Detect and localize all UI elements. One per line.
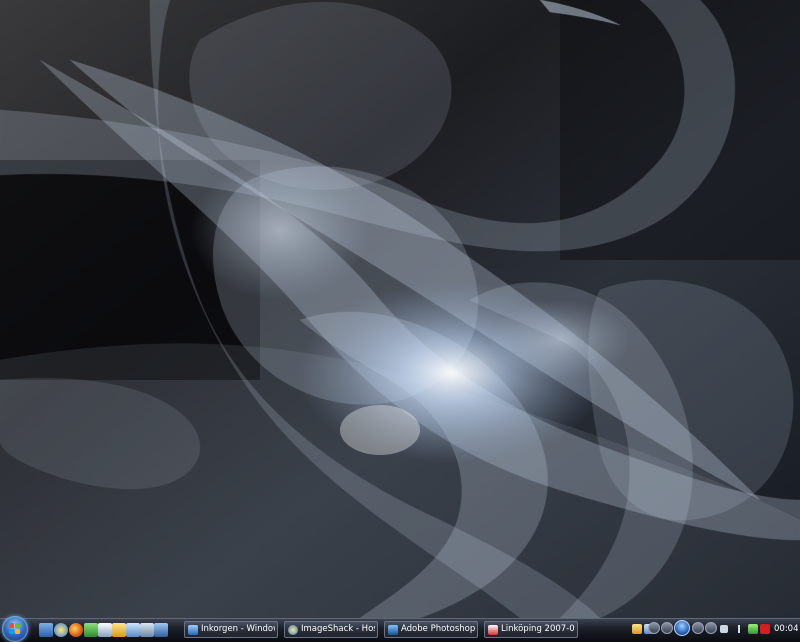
taskbar-button-imageshack[interactable]: ImageShack - Hosti... [284,621,378,638]
taskbar-button-label: Inkorgen - Windows... [201,624,275,634]
show-desktop-icon[interactable] [39,623,53,637]
taskbar-button-label: Adobe Photoshop [401,624,475,634]
toolbar-icon[interactable] [632,624,642,634]
internet-explorer-icon [288,625,298,635]
media-icon[interactable] [84,623,98,637]
taskbar: Inkorgen - Windows... ImageShack - Hosti… [0,616,800,642]
taskbar-button-label: Linköping 2007-07-... [501,624,575,634]
firefox-icon[interactable] [69,623,83,637]
folder-icon[interactable] [112,623,126,637]
forward-icon[interactable] [692,622,704,634]
play-icon[interactable] [674,620,690,636]
start-button[interactable] [2,616,28,642]
messenger-icon[interactable] [98,623,112,637]
rewind-icon[interactable] [661,622,673,634]
image-viewer-icon [488,625,498,635]
photoshop-icon [388,625,398,635]
mail-icon [188,625,198,635]
internet-explorer-icon[interactable] [54,623,68,637]
taskbar-button-label: ImageShack - Hosti... [301,624,375,634]
previous-icon[interactable] [648,622,660,634]
ati-icon[interactable] [760,624,770,634]
desktop-wallpaper [0,0,800,618]
window-icon[interactable] [140,623,154,637]
clock[interactable]: 00:04 [774,619,799,639]
wallpaper-image [0,0,800,618]
taskbar-button-photoshop[interactable]: Adobe Photoshop [384,621,478,638]
monitor-icon[interactable] [154,623,168,637]
network-icon[interactable] [748,624,758,634]
taskbar-button-inkorgen[interactable]: Inkorgen - Windows... [184,621,278,638]
windows-logo-icon [9,623,21,635]
taskbar-button-linkoping[interactable]: Linköping 2007-07-... [484,621,578,638]
volume-icon[interactable] [720,625,728,633]
notes-icon[interactable] [126,623,140,637]
show-hidden-icon[interactable] [738,625,746,633]
next-icon[interactable] [705,622,717,634]
